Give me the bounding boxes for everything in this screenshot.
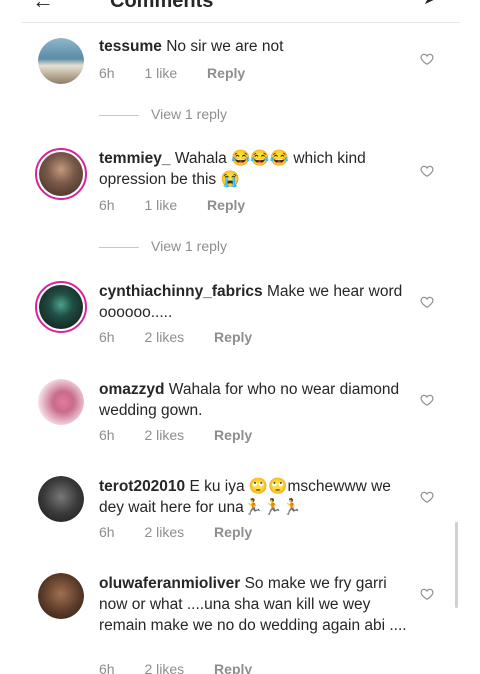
avatar-image xyxy=(38,38,84,84)
avatar-image xyxy=(38,476,84,522)
view-replies-line xyxy=(99,246,139,248)
view-replies-link[interactable]: View 1 reply xyxy=(99,106,227,122)
heart-icon[interactable] xyxy=(420,393,434,407)
send-icon[interactable]: ➤ xyxy=(423,0,438,9)
reply-button[interactable]: Reply xyxy=(207,65,245,81)
comment-username[interactable]: omazzyd xyxy=(99,381,164,398)
avatar[interactable] xyxy=(38,379,84,425)
reply-button[interactable]: Reply xyxy=(207,197,245,213)
back-arrow-icon[interactable]: ← xyxy=(32,0,54,14)
header-bar: ← Comments ➤ xyxy=(22,0,460,23)
reply-button[interactable]: Reply xyxy=(214,329,252,345)
comment-likes[interactable]: 2 likes xyxy=(144,329,184,345)
comment-username[interactable]: tessume xyxy=(99,38,162,55)
comment-time: 6h xyxy=(99,65,115,81)
comment-time: 6h xyxy=(99,524,115,540)
avatar[interactable] xyxy=(35,148,87,200)
right-margin xyxy=(460,0,480,674)
comment-time: 6h xyxy=(99,197,115,213)
heart-icon[interactable] xyxy=(420,295,434,309)
comment-time: 6h xyxy=(99,427,115,443)
comment-username[interactable]: terot202010 xyxy=(99,478,185,495)
avatar[interactable] xyxy=(38,476,84,522)
avatar[interactable] xyxy=(38,573,84,619)
avatar-image xyxy=(39,285,83,329)
left-margin xyxy=(0,0,22,674)
view-replies-link[interactable]: View 1 reply xyxy=(99,238,227,254)
view-replies-line xyxy=(99,114,139,116)
reply-button[interactable]: Reply xyxy=(214,661,252,674)
scrollbar[interactable] xyxy=(455,522,458,608)
comments-screen: ← Comments ➤ tessume No sir we are not 6… xyxy=(22,0,460,674)
comment-time: 6h xyxy=(99,661,115,674)
avatar-image xyxy=(38,573,84,619)
heart-icon[interactable] xyxy=(420,164,434,178)
heart-icon[interactable] xyxy=(420,52,434,66)
view-replies-label: View 1 reply xyxy=(151,238,228,254)
avatar-image xyxy=(38,379,84,425)
avatar-image xyxy=(39,152,83,196)
comment-time: 6h xyxy=(99,329,115,345)
comment-likes[interactable]: 2 likes xyxy=(144,427,184,443)
heart-icon[interactable] xyxy=(420,587,434,601)
comment-username[interactable]: temmiey_ xyxy=(99,150,171,167)
avatar[interactable] xyxy=(38,38,84,84)
avatar[interactable] xyxy=(35,281,87,333)
comment-likes[interactable]: 2 likes xyxy=(144,524,184,540)
comment-username[interactable]: cynthiachinny_fabrics xyxy=(99,283,263,300)
comment-text: No sir we are not xyxy=(166,38,284,55)
reply-button[interactable]: Reply xyxy=(214,427,252,443)
comment-likes[interactable]: 1 like xyxy=(144,197,177,213)
reply-button[interactable]: Reply xyxy=(214,524,252,540)
comment-likes[interactable]: 2 likes xyxy=(144,661,184,674)
heart-icon[interactable] xyxy=(420,490,434,504)
comment-likes[interactable]: 1 like xyxy=(144,65,177,81)
page-title: Comments xyxy=(110,0,214,12)
view-replies-label: View 1 reply xyxy=(151,106,228,122)
comment-username[interactable]: oluwaferanmioliver xyxy=(99,575,240,592)
